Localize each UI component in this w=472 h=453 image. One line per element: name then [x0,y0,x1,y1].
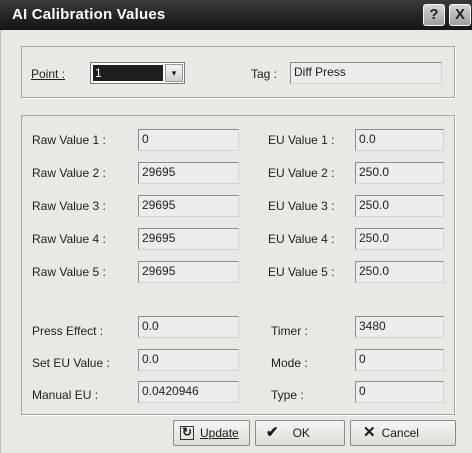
eu-value-label: EU Value 2 : [268,166,335,180]
update-button[interactable]: ↻ Update [173,420,250,446]
point-label: Point : [31,67,66,81]
eu-value-label: EU Value 1 : [268,133,335,147]
type-field[interactable]: 0 [355,381,444,403]
check-icon: ✔ [266,424,279,441]
dialog-body: Point : 1 ▾ Tag : Diff Press Raw Value 1… [0,30,472,453]
eu-value-field[interactable]: 250.0 [355,228,444,250]
raw-value-label: Raw Value 4 : [32,232,106,246]
help-button[interactable]: ? [423,4,445,26]
manual-eu-field[interactable]: 0.0420946 [138,381,239,403]
close-icon: X [454,6,465,23]
eu-value-field[interactable]: 250.0 [355,261,444,283]
eu-value-label: EU Value 5 : [268,265,335,279]
calibration-dialog: AI Calibration Values ? X Point : 1 ▾ Ta… [0,0,472,453]
question-icon: ? [429,6,439,23]
eu-value-field[interactable]: 0.0 [355,129,444,151]
timer-label: Timer : [271,324,308,338]
set-eu-value-label: Set EU Value : [32,356,110,370]
raw-value-label: Raw Value 2 : [32,166,106,180]
point-select[interactable]: 1 ▾ [90,62,185,84]
raw-value-field[interactable]: 0 [138,129,239,151]
cancel-button[interactable]: ✕ Cancel [350,420,456,446]
raw-value-label: Raw Value 1 : [32,133,106,147]
eu-value-field[interactable]: 250.0 [355,195,444,217]
raw-value-field[interactable]: 29695 [138,195,239,217]
window-title: AI Calibration Values [12,6,166,23]
manual-eu-label: Manual EU : [32,388,99,402]
raw-value-field[interactable]: 29695 [138,162,239,184]
eu-value-field[interactable]: 250.0 [355,162,444,184]
update-icon: ↻ [180,425,194,440]
press-effect-label: Press Effect : [32,324,104,338]
ok-button[interactable]: ✔ OK [255,420,345,446]
title-bar[interactable]: AI Calibration Values ? X [0,0,472,30]
set-eu-value-field[interactable]: 0.0 [138,349,239,371]
close-button[interactable]: X [449,4,471,26]
mode-field[interactable]: 0 [355,349,444,371]
mode-label: Mode : [271,356,308,370]
raw-value-label: Raw Value 3 : [32,199,106,213]
type-label: Type : [271,388,304,402]
point-select-value: 1 [93,65,163,81]
x-icon: ✕ [363,424,376,441]
press-effect-field[interactable]: 0.0 [138,316,239,338]
eu-value-label: EU Value 4 : [268,232,335,246]
raw-value-field[interactable]: 29695 [138,228,239,250]
timer-field[interactable]: 3480 [355,316,444,338]
eu-value-label: EU Value 3 : [268,199,335,213]
tag-field[interactable]: Diff Press [290,62,442,84]
raw-value-field[interactable]: 29695 [138,261,239,283]
tag-label: Tag : [251,67,278,81]
chevron-down-icon[interactable]: ▾ [165,64,183,82]
raw-value-label: Raw Value 5 : [32,265,106,279]
